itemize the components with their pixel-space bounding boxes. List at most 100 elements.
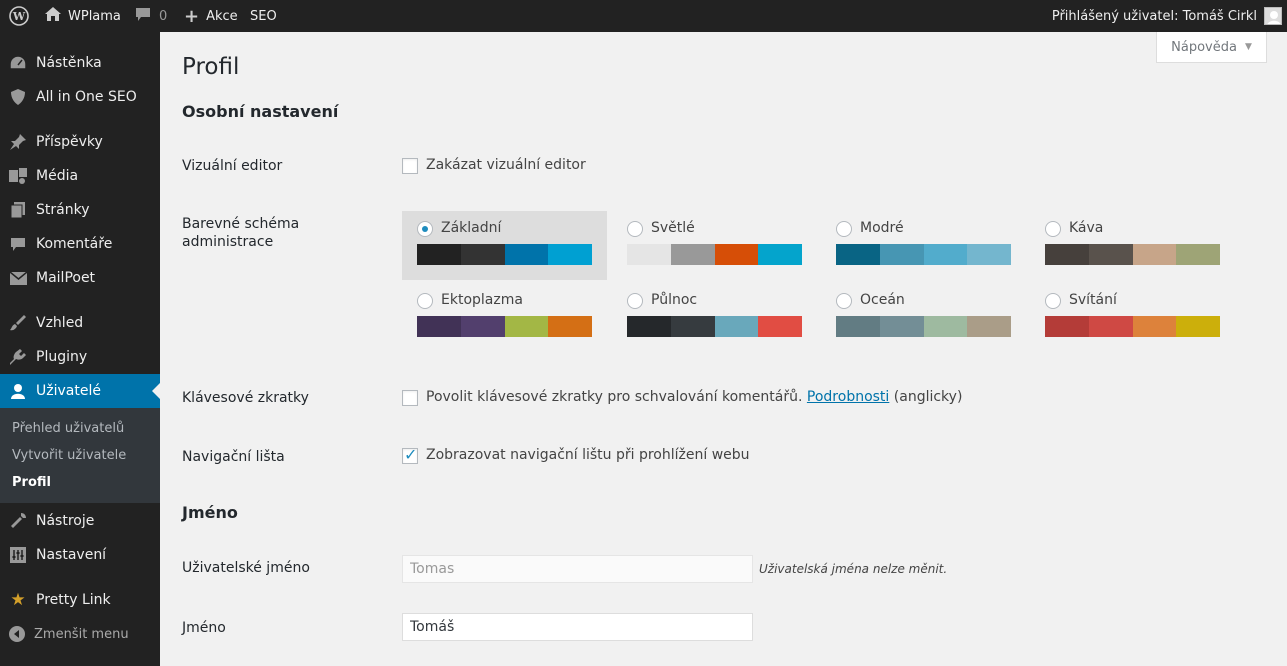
avatar[interactable] [1264, 7, 1282, 25]
mail-icon [8, 269, 28, 287]
color-scheme-option[interactable]: Svítání [1030, 283, 1235, 352]
collapse-arrow-icon [9, 626, 25, 646]
user-icon [8, 382, 28, 400]
color-swatch [836, 244, 880, 265]
sidebar-item-label: Nastavení [36, 547, 107, 563]
shield-icon [8, 88, 28, 106]
color-scheme-option[interactable]: Základní [402, 211, 607, 280]
sidebar-item-pages[interactable]: Stránky [0, 193, 160, 227]
username-note: Uživatelská jména nelze měnit. [759, 562, 948, 576]
color-scheme-radio[interactable] [627, 293, 643, 309]
new-content-link[interactable]: + Akce [184, 0, 238, 32]
sidebar-item-media[interactable]: Média [0, 159, 160, 193]
sidebar-item-label: Nástroje [36, 513, 95, 529]
plus-icon: + [184, 5, 200, 27]
sidebar-item-all-in-one-seo[interactable]: All in One SEO [0, 80, 160, 114]
color-scheme-name: Půlnoc [651, 292, 698, 308]
keyboard-shortcuts-option: Povolit klávesové zkratky pro schvalován… [426, 389, 962, 405]
color-scheme-radio[interactable] [417, 293, 433, 309]
keyboard-shortcuts-label: Klávesové zkratky [182, 390, 309, 406]
home-icon [45, 7, 61, 25]
keyboard-shortcuts-checkbox[interactable] [402, 390, 418, 406]
settings-icon [8, 546, 28, 564]
color-scheme-name: Káva [1069, 220, 1104, 236]
color-swatch [1176, 316, 1220, 337]
sidebar-item-label: Pretty Link [36, 592, 111, 608]
sidebar-item-label: MailPoet [36, 270, 96, 286]
color-scheme-option[interactable]: Půlnoc [612, 283, 817, 352]
color-scheme-name: Základní [441, 220, 502, 236]
color-scheme-radio[interactable] [836, 293, 852, 309]
color-scheme-option[interactable]: Káva [1030, 211, 1235, 280]
sidebar-item-label: Příspěvky [36, 134, 103, 150]
color-swatch [1045, 316, 1089, 337]
admin-bar: W WPlama 0 + Akce SEO Přihlášený uživate… [0, 0, 1287, 32]
color-scheme-name: Modré [860, 220, 904, 236]
color-swatches [836, 244, 1011, 265]
color-swatches [1045, 316, 1220, 337]
color-scheme-name: Oceán [860, 292, 905, 308]
shortcuts-details-link[interactable]: Podrobnosti [807, 389, 889, 405]
submenu-item-add-user[interactable]: Vytvořit uživatele [12, 448, 126, 463]
color-swatch [758, 244, 802, 265]
site-name-link[interactable]: WPlama [45, 0, 121, 32]
collapse-menu-button[interactable]: Zmenšit menu [0, 622, 160, 648]
sidebar-item-dashboard[interactable]: Nástěnka [0, 46, 160, 80]
sidebar-item-appearance[interactable]: Vzhled [0, 306, 160, 340]
color-scheme-label-line2: administrace [182, 234, 274, 250]
keyboard-shortcuts-option-text: Povolit klávesové zkratky pro schvalován… [426, 389, 803, 405]
sidebar-item-pretty-link[interactable]: ★ Pretty Link [0, 583, 160, 617]
sidebar-item-posts[interactable]: Příspěvky [0, 125, 160, 159]
color-swatch [417, 316, 461, 337]
color-swatch [714, 316, 759, 337]
pages-icon [8, 201, 28, 219]
help-tab-button[interactable]: Nápověda ▼ [1156, 32, 1267, 63]
color-scheme-radio[interactable] [627, 221, 643, 237]
submenu-item-profile[interactable]: Profil [12, 475, 51, 490]
color-scheme-radio[interactable] [1045, 293, 1061, 309]
color-scheme-option[interactable]: Modré [821, 211, 1026, 280]
sidebar-item-mailpoet[interactable]: MailPoet [0, 261, 160, 295]
admin-sidebar: Nástěnka All in One SEO Příspěvky Média … [0, 32, 160, 666]
color-scheme-radio[interactable] [836, 221, 852, 237]
color-scheme-option[interactable]: Ektoplazma [402, 283, 607, 352]
shortcuts-language-note: (anglicky) [893, 389, 963, 405]
sidebar-item-plugins[interactable]: Pluginy [0, 340, 160, 374]
user-greeting[interactable]: Přihlášený uživatel: Tomáš Cirkl [1052, 0, 1257, 32]
first-name-label: Jméno [182, 620, 226, 636]
seo-link[interactable]: SEO [250, 0, 277, 32]
color-scheme-name: Světlé [651, 220, 695, 236]
color-scheme-radio[interactable] [1045, 221, 1061, 237]
color-swatch [670, 316, 715, 337]
main-content: Nápověda ▼ Profil Osobní nastavení Vizuá… [160, 32, 1287, 666]
current-menu-arrow [152, 383, 160, 399]
sidebar-item-tools[interactable]: Nástroje [0, 504, 160, 538]
sidebar-item-settings[interactable]: Nastavení [0, 538, 160, 572]
color-swatches [627, 244, 802, 265]
submenu-item-all-users[interactable]: Přehled uživatelů [12, 421, 124, 436]
color-swatches [1045, 244, 1220, 265]
show-toolbar-checkbox[interactable]: ✓ [402, 445, 418, 464]
color-swatch [417, 244, 461, 265]
wordpress-logo-icon[interactable]: W [9, 0, 29, 32]
color-swatch [1088, 244, 1133, 265]
checkmark-icon: ✓ [404, 445, 418, 464]
comments-link[interactable]: 0 [135, 0, 167, 32]
sidebar-item-label: Uživatelé [36, 383, 101, 399]
first-name-input[interactable] [402, 613, 753, 641]
sidebar-item-comments[interactable]: Komentáře [0, 227, 160, 261]
sidebar-item-label: Pluginy [36, 349, 88, 365]
sidebar-item-label: Komentáře [36, 236, 113, 252]
color-scheme-option[interactable]: Oceán [821, 283, 1026, 352]
username-input [402, 555, 753, 583]
sidebar-item-label: Stránky [36, 202, 90, 218]
collapse-menu-label: Zmenšit menu [34, 627, 129, 642]
wrench-icon [8, 512, 28, 530]
color-swatches [627, 316, 802, 337]
color-scheme-radio[interactable] [417, 221, 433, 237]
color-scheme-option[interactable]: Světlé [612, 211, 817, 280]
help-tab-label: Nápověda [1171, 39, 1237, 55]
disable-visual-editor-checkbox[interactable] [402, 158, 418, 174]
color-swatch [627, 244, 671, 265]
sidebar-item-users[interactable]: Uživatelé [0, 374, 160, 408]
